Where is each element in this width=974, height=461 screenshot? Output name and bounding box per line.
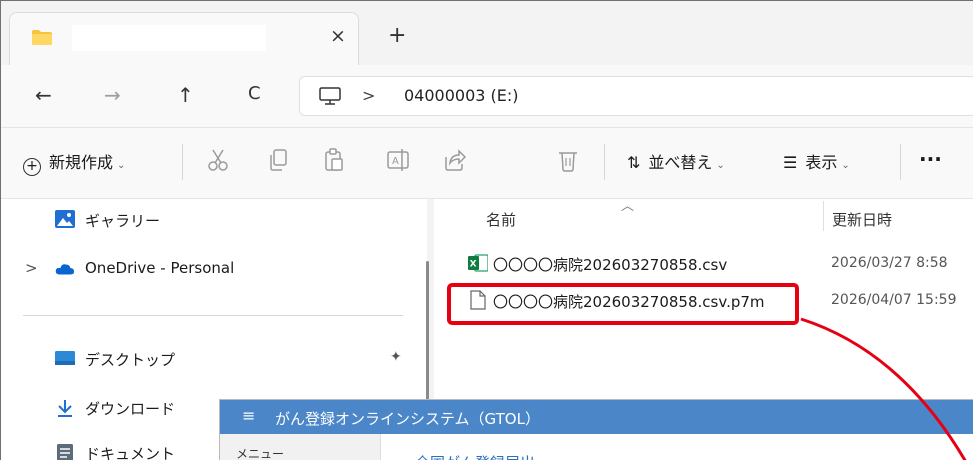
file-explorer-window: × + ← → ↑ C > 04000003 (E:) + 新規作成 ⌄ A ⇅… bbox=[0, 0, 973, 460]
annotation-arrow bbox=[800, 317, 967, 460]
